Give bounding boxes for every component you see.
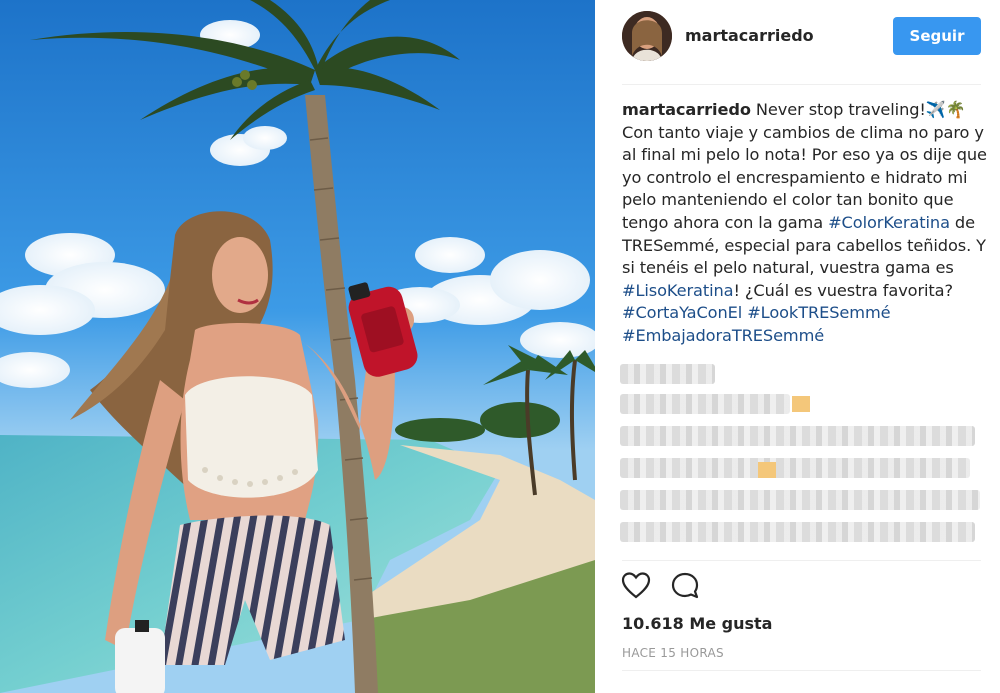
blurred-emoji xyxy=(758,462,776,478)
post-side-panel: martacarriedo Seguir martacarriedo Never… xyxy=(595,0,1000,693)
blurred-comment-line xyxy=(620,426,975,446)
post-caption: martacarriedo Never stop traveling!✈️🌴 C… xyxy=(622,99,994,348)
actions-divider xyxy=(622,560,981,561)
hashtag-embajadoratresemme[interactable]: #EmbajadoraTRESemmé xyxy=(622,326,824,345)
username[interactable]: martacarriedo xyxy=(685,26,814,45)
blurred-comment-line xyxy=(620,490,980,510)
beach-photo-image xyxy=(0,0,595,693)
header-divider xyxy=(622,84,981,85)
post-photo[interactable] xyxy=(0,0,595,693)
blurred-comments xyxy=(620,362,985,562)
likes-count[interactable]: 10.618 Me gusta xyxy=(622,614,772,633)
blurred-emoji xyxy=(792,396,810,412)
blurred-comment-line xyxy=(620,522,975,542)
heart-icon[interactable] xyxy=(621,571,651,605)
hashtag-lisokeratina[interactable]: #LisoKeratina xyxy=(622,281,734,300)
hashtag-colorkeratina[interactable]: #ColorKeratina xyxy=(828,213,950,232)
caption-text-1: Never stop traveling!✈️🌴 xyxy=(755,100,966,119)
blurred-comment-line xyxy=(620,394,790,414)
caption-text-4: ! ¿Cuál es vuestra favorita? xyxy=(733,280,953,300)
follow-button[interactable]: Seguir xyxy=(893,17,981,55)
footer-divider xyxy=(622,670,981,671)
blurred-comment-line xyxy=(620,458,970,478)
comment-icon[interactable] xyxy=(670,571,700,605)
post-timestamp[interactable]: HACE 15 HORAS xyxy=(622,646,724,660)
avatar[interactable] xyxy=(622,11,672,61)
blurred-comment-line xyxy=(620,364,715,384)
hashtag-cortayaconel[interactable]: #CortaYaConEl xyxy=(622,303,742,322)
caption-username[interactable]: martacarriedo xyxy=(622,100,751,119)
hashtag-looktresemme[interactable]: #LookTRESemmé xyxy=(747,303,890,322)
post-header: martacarriedo Seguir xyxy=(595,0,1000,84)
